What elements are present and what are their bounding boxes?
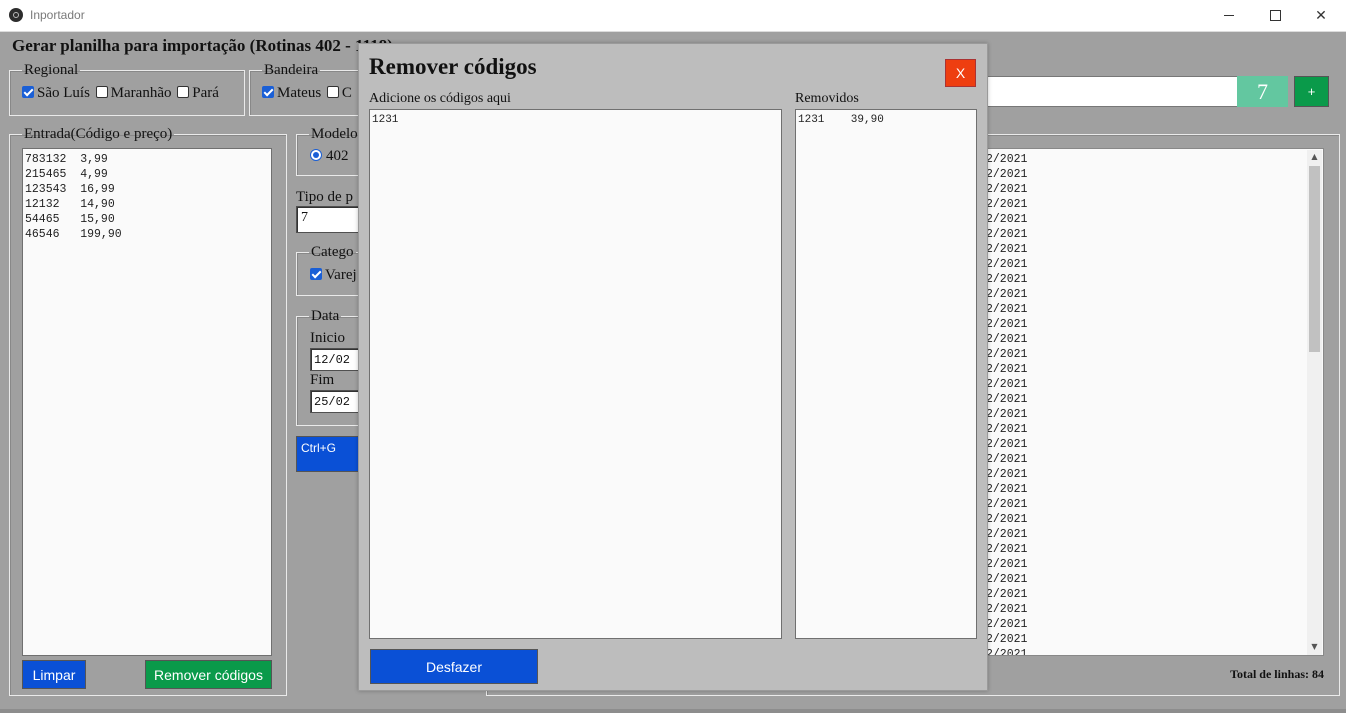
radio-selected-icon xyxy=(310,149,322,161)
list-item: 123543 16,99 xyxy=(25,183,115,196)
checkbox-unchecked-icon xyxy=(95,86,108,98)
checkbox-checked-icon xyxy=(22,86,34,98)
dialog-close-button[interactable]: X xyxy=(945,59,976,87)
output-line: 2/2021 xyxy=(986,378,1028,391)
bandeira-options: Mateus C xyxy=(262,85,352,102)
output-line: 2/2021 xyxy=(986,333,1028,346)
scrollbar-thumb[interactable] xyxy=(1309,166,1320,352)
output-line: 2/2021 xyxy=(986,348,1028,361)
checkbox-unchecked-icon xyxy=(326,86,339,98)
checkbox-varejo[interactable]: Varej xyxy=(310,267,357,284)
checkbox-para[interactable]: Pará xyxy=(177,85,219,101)
page-title: Gerar planilha para importação (Rotinas … xyxy=(12,36,393,55)
modelo-legend: Modelo xyxy=(311,126,358,142)
output-line: 2/2021 xyxy=(986,243,1028,256)
output-line: 2/2021 xyxy=(986,618,1028,631)
output-line: 2/2021 xyxy=(986,648,1028,656)
bandeira-legend: Bandeira xyxy=(264,62,319,78)
add-codes-label: Adicione os códigos aqui xyxy=(369,91,511,106)
app-icon xyxy=(9,8,23,22)
close-window-button[interactable]: ✕ xyxy=(1298,0,1344,31)
regional-options: São Luís Maranhão Pará xyxy=(22,85,219,102)
output-line: 2/2021 xyxy=(986,453,1028,466)
output-line: 2/2021 xyxy=(986,213,1028,226)
output-line: 2/2021 xyxy=(986,318,1028,331)
title-bar xyxy=(0,0,1346,32)
minimize-button[interactable] xyxy=(1206,0,1252,31)
output-list[interactable]: 2/2021 2/2021 2/2021 2/2021 2/2021 2/2021 2/20… xyxy=(975,148,1324,656)
entrada-textarea[interactable]: 783132 3,99 215465 4,99 123543 16,99 12132 … xyxy=(22,148,272,656)
output-line: 2/2021 xyxy=(986,483,1028,496)
output-line: 2/2021 xyxy=(986,468,1028,481)
output-line: 2/2021 xyxy=(986,168,1028,181)
output-line: 2/2021 xyxy=(986,603,1028,616)
output-line: 2/2021 xyxy=(986,543,1028,556)
tipo-input[interactable]: 7 xyxy=(296,206,366,233)
output-line: 2/2021 xyxy=(986,183,1028,196)
checkbox-maranhao[interactable]: Maranhão xyxy=(95,85,171,101)
removed-label: Removidos xyxy=(795,91,859,106)
scroll-up-icon[interactable]: ▲ xyxy=(1307,152,1322,161)
checkbox-sao-luis[interactable]: São Luís xyxy=(22,85,90,101)
output-line: 2/2021 xyxy=(986,393,1028,406)
output-line: 2/2021 xyxy=(986,573,1028,586)
output-line: 2/2021 xyxy=(986,438,1028,451)
add-button[interactable]: + xyxy=(1294,76,1329,107)
output-line: 2/2021 xyxy=(986,408,1028,421)
output-lines: 2/2021 2/2021 2/2021 2/2021 2/2021 2/2021 2/20… xyxy=(976,149,1323,656)
window-title: Inportador xyxy=(30,8,85,22)
checkbox-checked-icon xyxy=(310,268,322,280)
clear-button[interactable]: Limpar xyxy=(22,660,86,689)
list-item: 12132 14,90 xyxy=(25,198,115,211)
list-item: 215465 4,99 xyxy=(25,168,108,181)
checkbox-unchecked-icon xyxy=(177,86,190,98)
list-item: 783132 3,99 xyxy=(25,153,108,166)
regional-legend: Regional xyxy=(24,62,79,78)
total-lines: Total de linhas: 84 xyxy=(1230,667,1324,681)
fim-label: Fim xyxy=(310,372,335,388)
output-line: 2/2021 xyxy=(986,558,1028,571)
output-line: 2/2021 xyxy=(986,153,1028,166)
maximize-button[interactable] xyxy=(1252,0,1298,31)
removed-textarea[interactable]: 1231 39,90 xyxy=(795,109,977,639)
dialog-title: Remover códigos xyxy=(369,54,537,79)
output-line: 2/2021 xyxy=(986,633,1028,646)
radio-402[interactable]: 402 xyxy=(310,148,349,165)
data-legend: Data xyxy=(311,308,340,324)
checkbox-mateus[interactable]: Mateus xyxy=(262,85,321,101)
output-line: 2/2021 xyxy=(986,588,1028,601)
output-line: 2/2021 xyxy=(986,528,1028,541)
output-line: 2/2021 xyxy=(986,273,1028,286)
tipo-label: Tipo de p xyxy=(296,189,353,205)
search-input[interactable] xyxy=(986,76,1238,107)
output-line: 2/2021 xyxy=(986,258,1028,271)
output-line: 2/2021 xyxy=(986,288,1028,301)
output-line: 2/2021 xyxy=(986,498,1028,511)
remove-codes-button[interactable]: Remover códigos xyxy=(145,660,272,689)
output-line: 2/2021 xyxy=(986,363,1028,376)
checkbox-checked-icon xyxy=(262,86,274,98)
list-item: 54465 15,90 xyxy=(25,213,115,226)
add-codes-textarea[interactable]: 1231 xyxy=(369,109,782,639)
output-line: 2/2021 xyxy=(986,198,1028,211)
output-line: 2/2021 xyxy=(986,303,1028,316)
inicio-label: Inicio xyxy=(310,330,345,346)
checkbox-bandeira-c[interactable]: C xyxy=(326,85,352,101)
generate-button[interactable]: Ctrl+G xyxy=(296,436,366,472)
categoria-legend: Catego xyxy=(311,244,354,260)
entrada-legend: Entrada(Código e preço) xyxy=(24,126,173,142)
output-line: 2/2021 xyxy=(986,423,1028,436)
output-line: 2/2021 xyxy=(986,513,1028,526)
status-strip xyxy=(0,709,1346,713)
count-badge: 7 xyxy=(1237,76,1288,107)
list-item: 46546 199,90 xyxy=(25,228,122,241)
output-line: 2/2021 xyxy=(986,228,1028,241)
undo-button[interactable]: Desfazer xyxy=(370,649,538,684)
scroll-down-icon[interactable]: ▼ xyxy=(1307,642,1322,651)
